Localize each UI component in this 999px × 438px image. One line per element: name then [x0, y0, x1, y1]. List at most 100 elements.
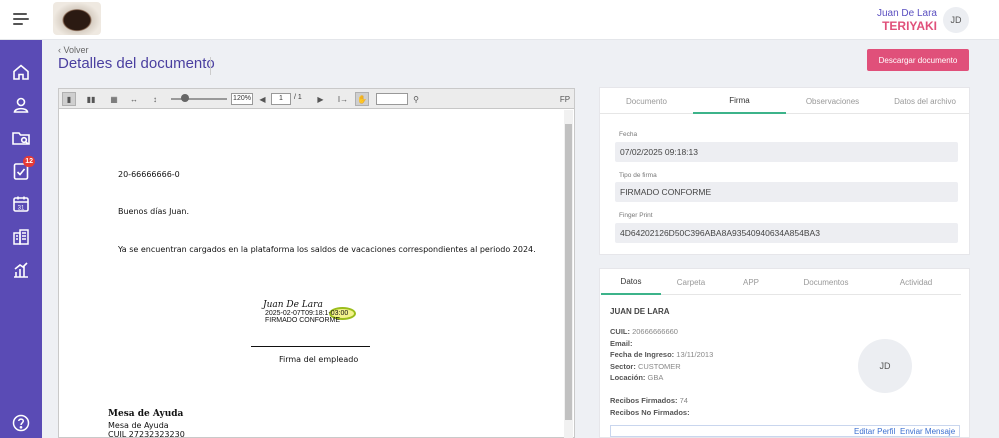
calendar-icon[interactable]: 31: [11, 194, 31, 214]
single-page-icon[interactable]: ▮: [62, 92, 76, 106]
field-label-tipo: Tipo de firma: [619, 172, 657, 179]
tab-documentos[interactable]: Documentos: [781, 269, 871, 295]
employee-row-label: Recibos No Firmados:: [610, 408, 690, 417]
signature-handwriting: Juan De Lara: [263, 300, 323, 310]
pdf-scrollbar[interactable]: [564, 110, 573, 438]
company-name: TERIYAKI: [882, 19, 937, 33]
edit-profile-link[interactable]: Editar Perfil: [854, 427, 895, 436]
pan-hand-icon[interactable]: ✋: [355, 92, 369, 106]
company-block-cuil: CUIL 27232323230: [108, 430, 185, 438]
employee-row-label: Fecha de Ingreso:: [610, 350, 675, 359]
employee-row-label: Sector:: [610, 362, 636, 371]
company-block-subname: Mesa de Ayuda: [108, 421, 169, 430]
fullscreen-icon[interactable]: FP: [559, 92, 571, 106]
fit-height-icon[interactable]: ↕: [149, 92, 161, 106]
back-label: Volver: [63, 45, 89, 55]
employee-avatar: JD: [858, 339, 912, 393]
field-label-fingerprint: Finger Print: [619, 212, 653, 219]
chart-icon[interactable]: [11, 260, 31, 280]
employee-row: Sector: CUSTOMER: [610, 362, 681, 371]
field-value-tipo: FIRMADO CONFORME: [615, 182, 958, 202]
signature-caption: Firma del empleado: [279, 355, 359, 364]
doc-greeting: Buenos días Juan.: [118, 207, 190, 216]
page-number-input[interactable]: 1: [271, 93, 291, 105]
pdf-toolbar: ▮ ▮▮ ▦ ↔ ↕ 120% ◀ 1 / 1 ▶ I→ ✋ ⚲ FP: [59, 89, 574, 109]
fit-width-icon[interactable]: ↔: [127, 92, 141, 106]
field-value-fingerprint: 4D64202126D50C396ABA8A93540940634A854BA3: [615, 223, 958, 243]
page-total: / 1: [294, 94, 302, 101]
next-page-icon[interactable]: ▶: [316, 92, 325, 106]
zoom-level[interactable]: 120%: [231, 93, 253, 105]
tab-actividad[interactable]: Actividad: [871, 269, 961, 295]
signature-stamp-date: 2025-02-07T09:18:1: [265, 310, 329, 317]
field-value-fecha: 07/02/2025 09:18:13: [615, 142, 958, 162]
two-page-icon[interactable]: ▮▮: [83, 92, 99, 106]
folder-search-icon[interactable]: [11, 128, 31, 148]
signature-tabs: Documento Firma Observaciones Datos del …: [600, 88, 969, 114]
employee-row-value: GBA: [647, 373, 664, 382]
signature-stamp-type: FIRMADO CONFORME: [265, 317, 341, 324]
task-check-icon[interactable]: 12: [11, 156, 35, 181]
zoom-slider-knob[interactable]: [181, 94, 189, 102]
send-message-link[interactable]: Enviar Mensaje: [900, 427, 955, 436]
employee-row: CUIL: 20666666660: [610, 327, 678, 336]
employee-row-label: CUIL:: [610, 327, 630, 336]
tab-app[interactable]: APP: [721, 269, 781, 295]
employee-row-value: 13/11/2013: [676, 350, 714, 359]
employee-name: JUAN DE LARA: [610, 307, 670, 316]
home-icon[interactable]: [11, 62, 31, 82]
company-logo[interactable]: [53, 2, 101, 35]
page-title: Detalles del documento: [58, 55, 215, 72]
building-icon[interactable]: [11, 227, 31, 247]
employee-card: Datos Carpeta APP Documentos Actividad J…: [599, 268, 970, 438]
tab-observaciones[interactable]: Observaciones: [786, 88, 879, 114]
download-document-button[interactable]: Descargar documento: [867, 49, 969, 71]
pdf-scroll-thumb[interactable]: [565, 124, 572, 420]
employee-row-label: Locación:: [610, 373, 646, 382]
top-bar: Juan De Lara TERIYAKI JD: [0, 0, 999, 40]
employee-row: Recibos Firmados: 74: [610, 396, 688, 405]
employee-row-value: CUSTOMER: [637, 362, 681, 371]
employee-row-value: 74: [679, 396, 688, 405]
user-name: Juan De Lara: [876, 8, 937, 19]
user-info: Juan De Lara TERIYAKI: [877, 8, 937, 33]
pdf-viewer: ▮ ▮▮ ▦ ↔ ↕ 120% ◀ 1 / 1 ▶ I→ ✋ ⚲ FP 20-6…: [58, 88, 575, 438]
employee-row-label: Recibos Firmados:: [610, 396, 678, 405]
company-block-name: Mesa de Ayuda: [108, 409, 184, 419]
pdf-search-input[interactable]: [376, 93, 408, 105]
zoom-slider[interactable]: [171, 98, 227, 100]
signature-line: [251, 346, 370, 347]
user-icon[interactable]: [11, 95, 31, 115]
employee-row: Locación: GBA: [610, 373, 663, 382]
employee-row: Recibos No Firmados:: [610, 408, 690, 417]
signature-stamp: 2025-02-07T09:18:1-03:00 FIRMADO CONFORM…: [265, 310, 348, 324]
search-icon[interactable]: ⚲: [411, 92, 421, 106]
tab-firma[interactable]: Firma: [693, 88, 786, 114]
chevron-left-icon: ‹: [58, 45, 61, 55]
doc-body: Ya se encuentran cargados en la platafor…: [118, 245, 536, 254]
text-select-icon[interactable]: I→: [336, 92, 350, 106]
tab-carpeta[interactable]: Carpeta: [661, 269, 721, 295]
tasks-badge: 12: [23, 156, 35, 167]
back-link[interactable]: ‹ Volver: [58, 45, 89, 55]
tab-datos-archivo[interactable]: Datos del archivo: [879, 88, 971, 114]
calendar-day-label: 31: [18, 205, 25, 211]
help-icon[interactable]: [11, 413, 31, 433]
signature-stamp-tz: -03:00: [328, 310, 349, 317]
hamburger-menu-icon[interactable]: [13, 13, 29, 27]
grid-view-icon[interactable]: ▦: [107, 92, 121, 106]
employee-tabs: Datos Carpeta APP Documentos Actividad: [601, 269, 961, 295]
title-divider: [210, 57, 211, 75]
field-label-fecha: Fecha: [619, 131, 638, 138]
doc-id-line: 20-66666666-0: [118, 170, 180, 179]
employee-row: Email:: [610, 339, 633, 348]
signature-details-card: Documento Firma Observaciones Datos del …: [599, 87, 970, 255]
tab-datos[interactable]: Datos: [601, 269, 661, 295]
prev-page-icon[interactable]: ◀: [258, 92, 267, 106]
employee-row: Fecha de Ingreso: 13/11/2013: [610, 350, 713, 359]
employee-row-value: 20666666660: [632, 327, 678, 336]
employee-row-label: Email:: [610, 339, 633, 348]
user-avatar[interactable]: JD: [943, 7, 969, 33]
sidebar: 12 31: [0, 40, 42, 438]
tab-documento[interactable]: Documento: [600, 88, 693, 114]
